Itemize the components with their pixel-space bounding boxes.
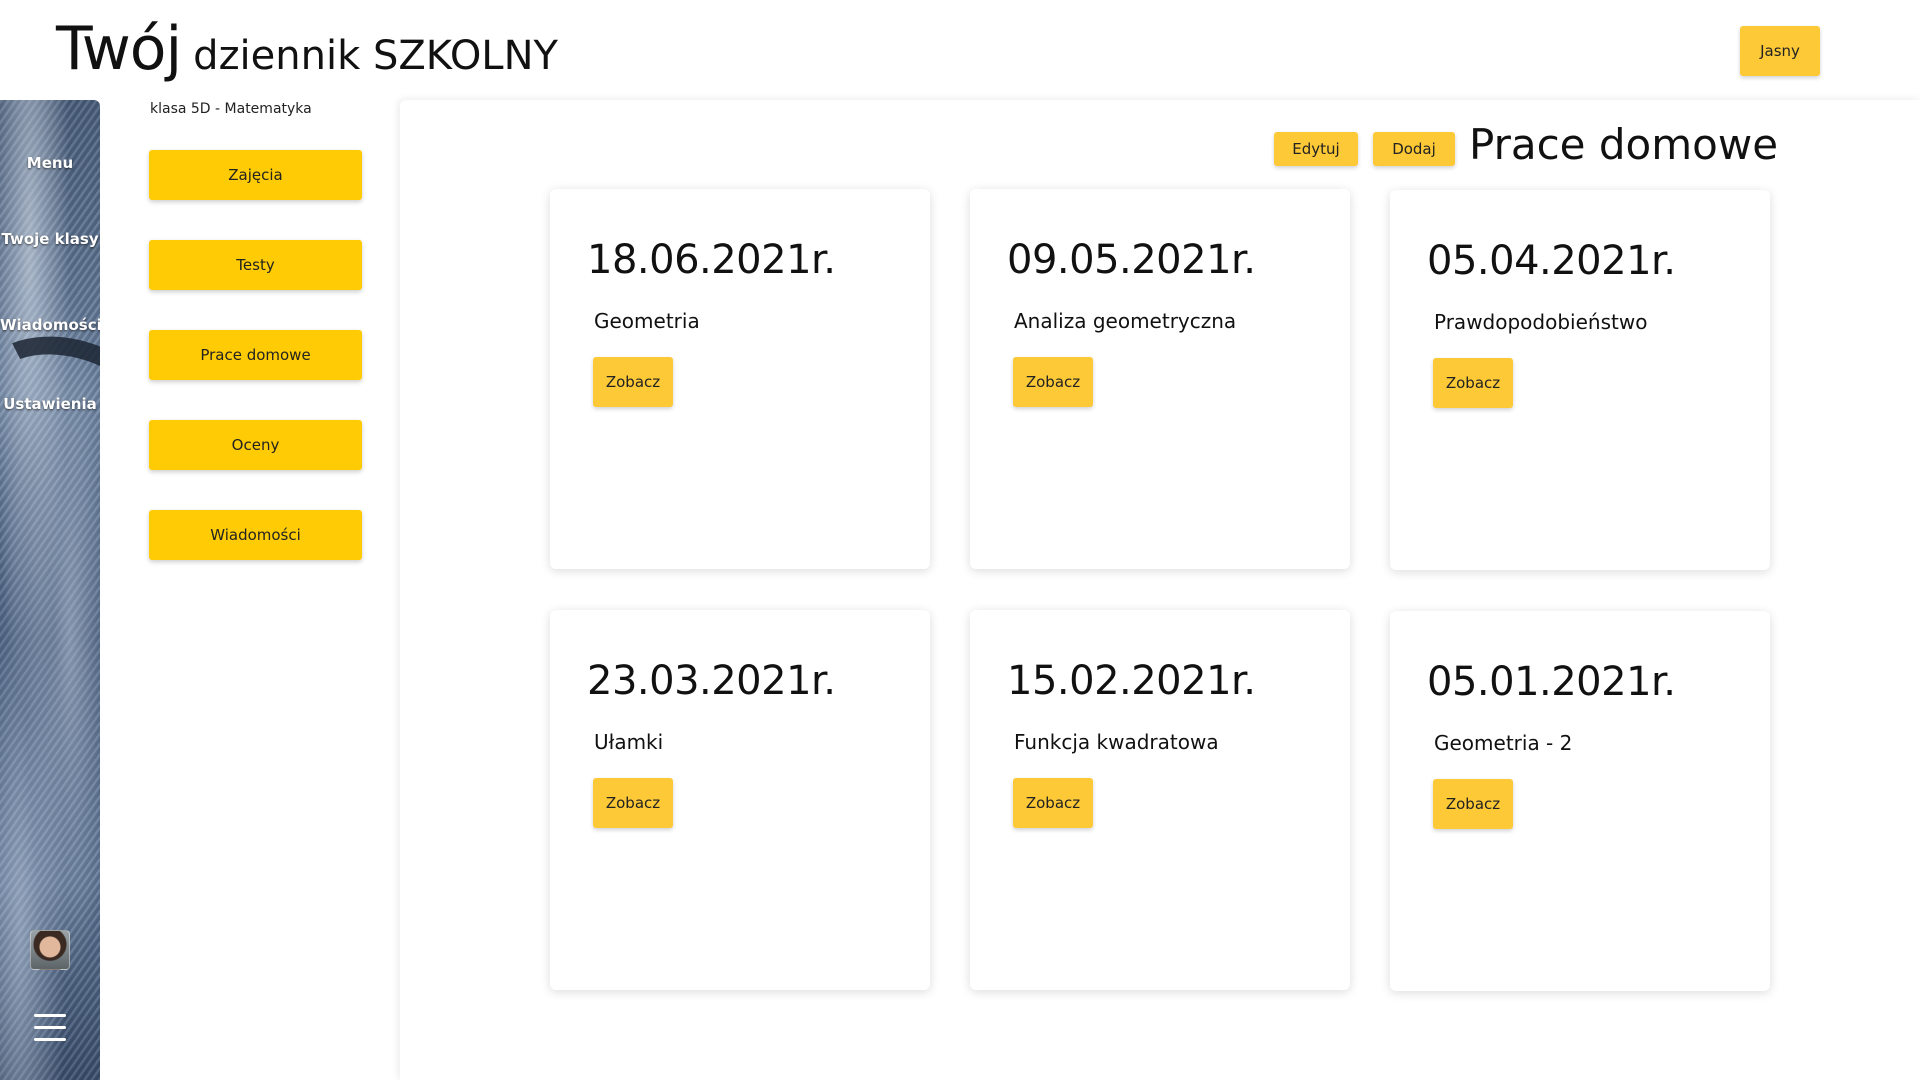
- view-button[interactable]: Zobacz: [1433, 779, 1513, 829]
- submenu-button-tests[interactable]: Testy: [149, 240, 362, 290]
- theme-toggle-button[interactable]: Jasny: [1740, 26, 1820, 76]
- background-road-decoration-2: [0, 740, 100, 940]
- view-button[interactable]: Zobacz: [1433, 358, 1513, 408]
- card-topic: Ułamki: [594, 730, 664, 754]
- add-button[interactable]: Dodaj: [1373, 132, 1455, 166]
- homework-card: 05.01.2021r. Geometria - 2 Zobacz: [1390, 611, 1770, 991]
- submenu-button-messages[interactable]: Wiadomości: [149, 510, 362, 560]
- rail-item-settings[interactable]: Ustawienia: [0, 395, 100, 413]
- homework-card: 05.04.2021r. Prawdopodobieństwo Zobacz: [1390, 190, 1770, 570]
- card-date: 09.05.2021r.: [1007, 237, 1256, 283]
- brand-big-text: Twój: [56, 14, 182, 84]
- app-header: Twój dziennik SZKOLNY Jasny: [0, 0, 1920, 100]
- card-date: 05.01.2021r.: [1427, 659, 1676, 705]
- brand-small-text: dziennik SZKOLNY: [193, 33, 558, 79]
- avatar[interactable]: [30, 930, 70, 970]
- edit-button[interactable]: Edytuj: [1274, 132, 1358, 166]
- sidebar-rail: Menu Twoje klasy Wiadomości Ustawienia: [0, 100, 100, 1080]
- card-topic: Funkcja kwadratowa: [1014, 730, 1219, 754]
- submenu-button-classes[interactable]: Zajęcia: [149, 150, 362, 200]
- card-date: 23.03.2021r.: [587, 658, 836, 704]
- card-topic: Analiza geometryczna: [1014, 309, 1237, 333]
- view-button[interactable]: Zobacz: [593, 357, 673, 407]
- view-button[interactable]: Zobacz: [1013, 357, 1093, 407]
- rail-item-menu[interactable]: Menu: [0, 154, 100, 172]
- hamburger-menu-icon[interactable]: [34, 1010, 66, 1046]
- homework-card: 23.03.2021r. Ułamki Zobacz: [550, 610, 930, 990]
- homework-card: 15.02.2021r. Funkcja kwadratowa Zobacz: [970, 610, 1350, 990]
- rail-item-messages[interactable]: Wiadomości: [0, 316, 100, 334]
- view-button[interactable]: Zobacz: [593, 778, 673, 828]
- card-date: 05.04.2021r.: [1427, 238, 1676, 284]
- page-title: Prace domowe: [1469, 120, 1779, 169]
- app-logo: Twój dziennik SZKOLNY: [56, 14, 558, 84]
- view-button[interactable]: Zobacz: [1013, 778, 1093, 828]
- homework-card: 09.05.2021r. Analiza geometryczna Zobacz: [970, 189, 1350, 569]
- homework-card: 18.06.2021r. Geometria Zobacz: [550, 189, 930, 569]
- rail-item-classes[interactable]: Twoje klasy: [0, 230, 100, 248]
- card-topic: Geometria - 2: [1434, 731, 1573, 755]
- card-topic: Prawdopodobieństwo: [1434, 310, 1648, 334]
- class-context-label: klasa 5D - Matematyka: [150, 101, 312, 117]
- card-date: 18.06.2021r.: [587, 237, 836, 283]
- submenu-button-grades[interactable]: Oceny: [149, 420, 362, 470]
- card-date: 15.02.2021r.: [1007, 658, 1256, 704]
- card-topic: Geometria: [594, 309, 700, 333]
- submenu-button-homework[interactable]: Prace domowe: [149, 330, 362, 380]
